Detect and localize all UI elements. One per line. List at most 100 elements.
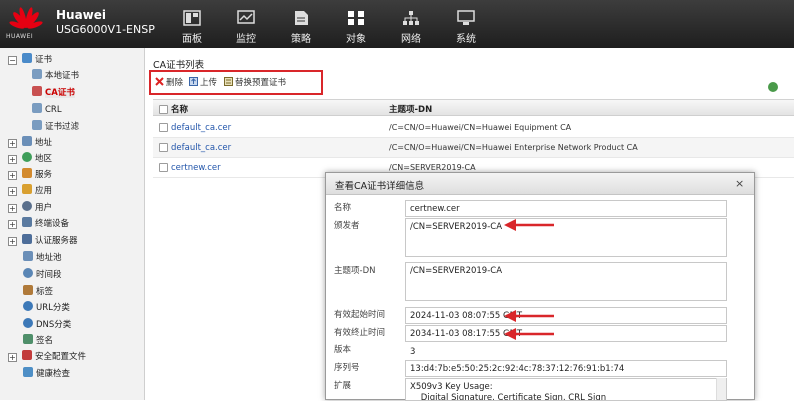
cert-subject: /CN=SERVER2019-CA	[389, 163, 476, 172]
dashboard-icon	[183, 10, 201, 26]
terminal-icon	[22, 217, 32, 227]
sidebar-item-address-pool[interactable]: 地址池	[23, 250, 62, 266]
sidebar-item-region[interactable]: + 地区	[8, 151, 52, 167]
sidebar-item-ca-cert[interactable]: CA证书	[32, 85, 75, 101]
expand-icon[interactable]: +	[8, 171, 17, 180]
row-checkbox[interactable]	[159, 123, 168, 132]
cert-name-link[interactable]: default_ca.cer	[171, 123, 231, 133]
table-row[interactable]: default_ca.cer /C=CN/O=Huawei/CN=Huawei …	[153, 138, 794, 158]
ca-cert-icon	[32, 86, 42, 96]
nav-monitor-label: 监控	[236, 34, 256, 45]
issuer-field: /CN=SERVER2019-CA	[405, 218, 727, 257]
nav-policy-label: 策略	[291, 34, 311, 45]
extension-label: 扩展	[334, 381, 352, 391]
sidebar-item-url-category[interactable]: URL分类	[23, 300, 70, 316]
sidebar-item-signature[interactable]: 签名	[23, 333, 53, 349]
sidebar-item-address[interactable]: + 地址	[8, 135, 52, 151]
issuer-label: 颁发者	[334, 221, 360, 231]
sidebar-item-terminal-device[interactable]: + 终端设备	[8, 216, 69, 232]
version-label: 版本	[334, 345, 352, 355]
extension-scrollbar[interactable]	[716, 378, 726, 400]
nav-system[interactable]: 系统	[446, 10, 486, 45]
delete-icon	[155, 77, 164, 86]
sidebar-item-crl[interactable]: CRL	[32, 102, 62, 118]
sidebar-item-dns-category[interactable]: DNS分类	[23, 317, 71, 333]
cert-name-link[interactable]: default_ca.cer	[171, 143, 231, 153]
help-icon[interactable]	[767, 81, 779, 93]
annotation-arrow	[504, 310, 554, 322]
expand-icon[interactable]: +	[8, 204, 17, 213]
sidebar: − 证书 本地证书 CA证书 CRL 证书过滤 + 地址 + 地区 + 服务 + 应用 +…	[0, 48, 145, 400]
sidebar-item-health-check[interactable]: 健康检查	[23, 366, 70, 382]
delete-button[interactable]: 删除	[155, 76, 183, 88]
network-icon	[403, 11, 419, 25]
nav-network[interactable]: 网络	[391, 10, 431, 45]
expand-icon[interactable]: +	[8, 155, 17, 164]
nav-dashboard-label: 面板	[182, 34, 202, 45]
sidebar-item-application[interactable]: + 应用	[8, 183, 52, 199]
expand-icon[interactable]: +	[8, 220, 17, 229]
close-icon[interactable]: ×	[735, 177, 744, 190]
application-icon	[22, 184, 32, 194]
monitor-icon	[237, 10, 255, 24]
cert-filter-icon	[32, 120, 42, 130]
sidebar-item-cert-filter[interactable]: 证书过滤	[32, 119, 79, 135]
server-icon	[22, 234, 32, 244]
expand-icon[interactable]: +	[8, 353, 17, 362]
row-checkbox[interactable]	[159, 163, 168, 172]
nav-system-label: 系统	[456, 34, 476, 45]
service-icon	[22, 168, 32, 178]
user-icon	[22, 201, 32, 211]
sidebar-item-certificate[interactable]: − 证书	[8, 52, 52, 68]
nav-object[interactable]: 对象	[336, 10, 376, 45]
health-check-icon	[23, 367, 33, 377]
table-row[interactable]: default_ca.cer /C=CN/O=Huawei/CN=Huawei …	[153, 118, 794, 138]
version-field: 3	[405, 343, 727, 360]
nav-monitor[interactable]: 监控	[226, 10, 266, 45]
local-cert-icon	[32, 69, 42, 79]
valid-to-field: 2034-11-03 08:17:55 GMT	[405, 325, 727, 342]
serial-label: 序列号	[334, 363, 360, 373]
clock-icon	[23, 268, 33, 278]
cert-subject: /C=CN/O=Huawei/CN=Huawei Enterprise Netw…	[389, 143, 638, 152]
annotation-arrow	[504, 219, 554, 231]
column-header-subject[interactable]: 主题项-DN	[389, 103, 432, 115]
sidebar-item-time-range[interactable]: 时间段	[23, 267, 62, 283]
sidebar-item-user[interactable]: + 用户	[8, 200, 52, 216]
select-all-checkbox[interactable]	[159, 105, 168, 114]
tag-icon	[23, 285, 33, 295]
column-header-name[interactable]: 名称	[171, 103, 188, 115]
replace-icon	[224, 77, 233, 86]
crl-icon	[32, 103, 42, 113]
device-model: USG6000V1-ENSP	[56, 23, 155, 36]
url-icon	[23, 301, 33, 311]
expand-icon[interactable]: +	[8, 187, 17, 196]
sidebar-item-security-profile[interactable]: + 安全配置文件	[8, 349, 86, 365]
ca-cert-detail-dialog: 查看CA证书详细信息 × 名称 certnew.cer 颁发者 /CN=SERV…	[325, 172, 755, 401]
nav-policy[interactable]: 策略	[281, 10, 321, 45]
collapse-icon[interactable]: −	[8, 56, 17, 65]
sidebar-item-tag[interactable]: 标签	[23, 284, 53, 300]
valid-from-label: 有效起始时间	[334, 310, 386, 320]
sidebar-item-auth-server[interactable]: + 认证服务器	[8, 233, 78, 249]
row-checkbox[interactable]	[159, 143, 168, 152]
system-icon	[457, 10, 475, 25]
valid-from-field: 2024-11-03 08:07:55 GMT	[405, 307, 727, 324]
cert-name-link[interactable]: certnew.cer	[171, 163, 221, 173]
replace-preset-cert-button[interactable]: 替换预置证书	[224, 76, 286, 88]
annotation-arrow	[504, 328, 554, 340]
expand-icon[interactable]: +	[8, 237, 17, 246]
upload-button[interactable]: 上传	[189, 76, 217, 88]
upload-icon	[189, 77, 198, 86]
nav-dashboard[interactable]: 面板	[172, 10, 212, 45]
dns-icon	[23, 318, 33, 328]
name-field: certnew.cer	[405, 200, 727, 217]
sidebar-item-service[interactable]: + 服务	[8, 167, 52, 183]
expand-icon[interactable]: +	[8, 139, 17, 148]
policy-icon	[295, 11, 308, 25]
dialog-title-bar: 查看CA证书详细信息 ×	[326, 173, 754, 195]
nav-object-label: 对象	[346, 34, 366, 45]
sidebar-item-local-cert[interactable]: 本地证书	[32, 68, 79, 84]
security-profile-icon	[22, 350, 32, 360]
address-pool-icon	[23, 251, 33, 261]
